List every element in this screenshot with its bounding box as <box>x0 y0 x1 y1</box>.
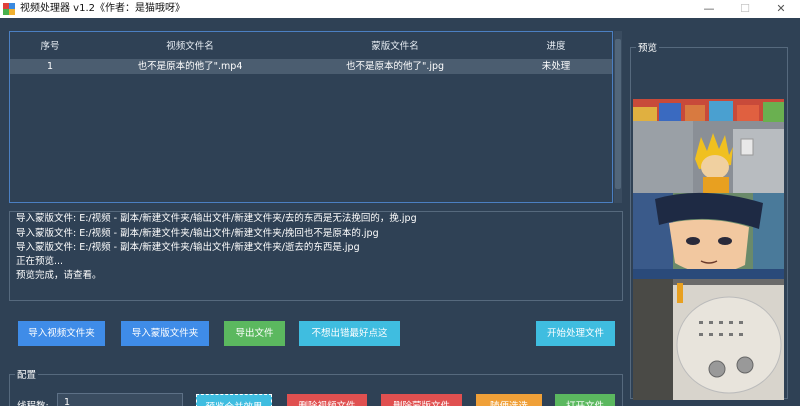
log-line: 导入蒙版文件: E:/视频 - 副本/新建文件夹/输出文件/新建文件夹/挽回也不… <box>16 228 379 239</box>
config-title: 配置 <box>15 367 39 381</box>
cell-progress: 未处理 <box>541 61 571 72</box>
file-table[interactable]: 序号 视频文件名 蒙版文件名 进度 1 也不是原本的他了".mp4 也不是原本的… <box>9 31 613 203</box>
minimize-button[interactable]: — <box>694 0 724 18</box>
change-style-button[interactable]: 随便选选 <box>476 394 542 406</box>
import-mask-folder-button[interactable]: 导入蒙版文件夹 <box>121 321 209 346</box>
import-video-folder-button[interactable]: 导入视频文件夹 <box>18 321 105 346</box>
column-header-video[interactable]: 视频文件名 <box>90 39 290 54</box>
cell-index: 1 <box>46 61 54 72</box>
log-line: 正在预览... <box>16 256 64 267</box>
preview-image <box>633 99 784 400</box>
preview-merge-button[interactable]: 预览合并效果 <box>196 394 272 406</box>
threads-input[interactable]: 1 <box>57 393 183 406</box>
log-line: 导入蒙版文件: E:/视频 - 副本/新建文件夹/输出文件/新建文件夹/逝去的东… <box>16 242 360 253</box>
table-header: 序号 视频文件名 蒙版文件名 进度 <box>10 39 612 54</box>
suggestions-button[interactable]: 不想出错最好点这 <box>299 321 400 346</box>
log-output[interactable]: 导入蒙版文件: E:/视频 - 副本/新建文件夹/输出文件/新建文件夹/去的东西… <box>9 211 623 301</box>
cell-video: 也不是原本的他了".mp4 <box>137 61 243 72</box>
table-row[interactable]: 1 也不是原本的他了".mp4 也不是原本的他了".jpg 未处理 <box>10 59 612 74</box>
threads-label: 线程数: <box>17 398 49 406</box>
delete-video-file-button[interactable]: 删除视频文件 <box>287 394 367 406</box>
title-bar: 视频处理器 v1.2《作者：是猫哦呀》 — ☐ ✕ <box>0 0 800 18</box>
app-logo-icon <box>3 3 15 15</box>
table-scrollbar[interactable] <box>614 31 622 203</box>
maximize-button[interactable]: ☐ <box>730 0 760 18</box>
preview-title: 预览 <box>636 40 660 54</box>
export-file-button[interactable]: 导出文件 <box>224 321 285 346</box>
column-header-index[interactable]: 序号 <box>10 39 90 54</box>
log-line: 预览完成，请查看。 <box>16 270 102 281</box>
log-line: 导入蒙版文件: E:/视频 - 副本/新建文件夹/输出文件/新建文件夹/去的东西… <box>16 213 417 224</box>
window-title: 视频处理器 v1.2《作者：是猫哦呀》 <box>20 3 185 14</box>
start-processing-button[interactable]: 开始处理文件 <box>536 321 615 346</box>
open-file-button[interactable]: 打开文件 <box>555 394 615 406</box>
column-header-progress[interactable]: 进度 <box>500 39 612 54</box>
close-button[interactable]: ✕ <box>766 0 796 18</box>
column-header-mask[interactable]: 蒙版文件名 <box>290 39 500 54</box>
cell-mask: 也不是原本的他了".jpg <box>345 61 445 72</box>
table-scrollbar-thumb[interactable] <box>615 39 621 189</box>
delete-mask-file-button[interactable]: 删除蒙版文件 <box>381 394 462 406</box>
